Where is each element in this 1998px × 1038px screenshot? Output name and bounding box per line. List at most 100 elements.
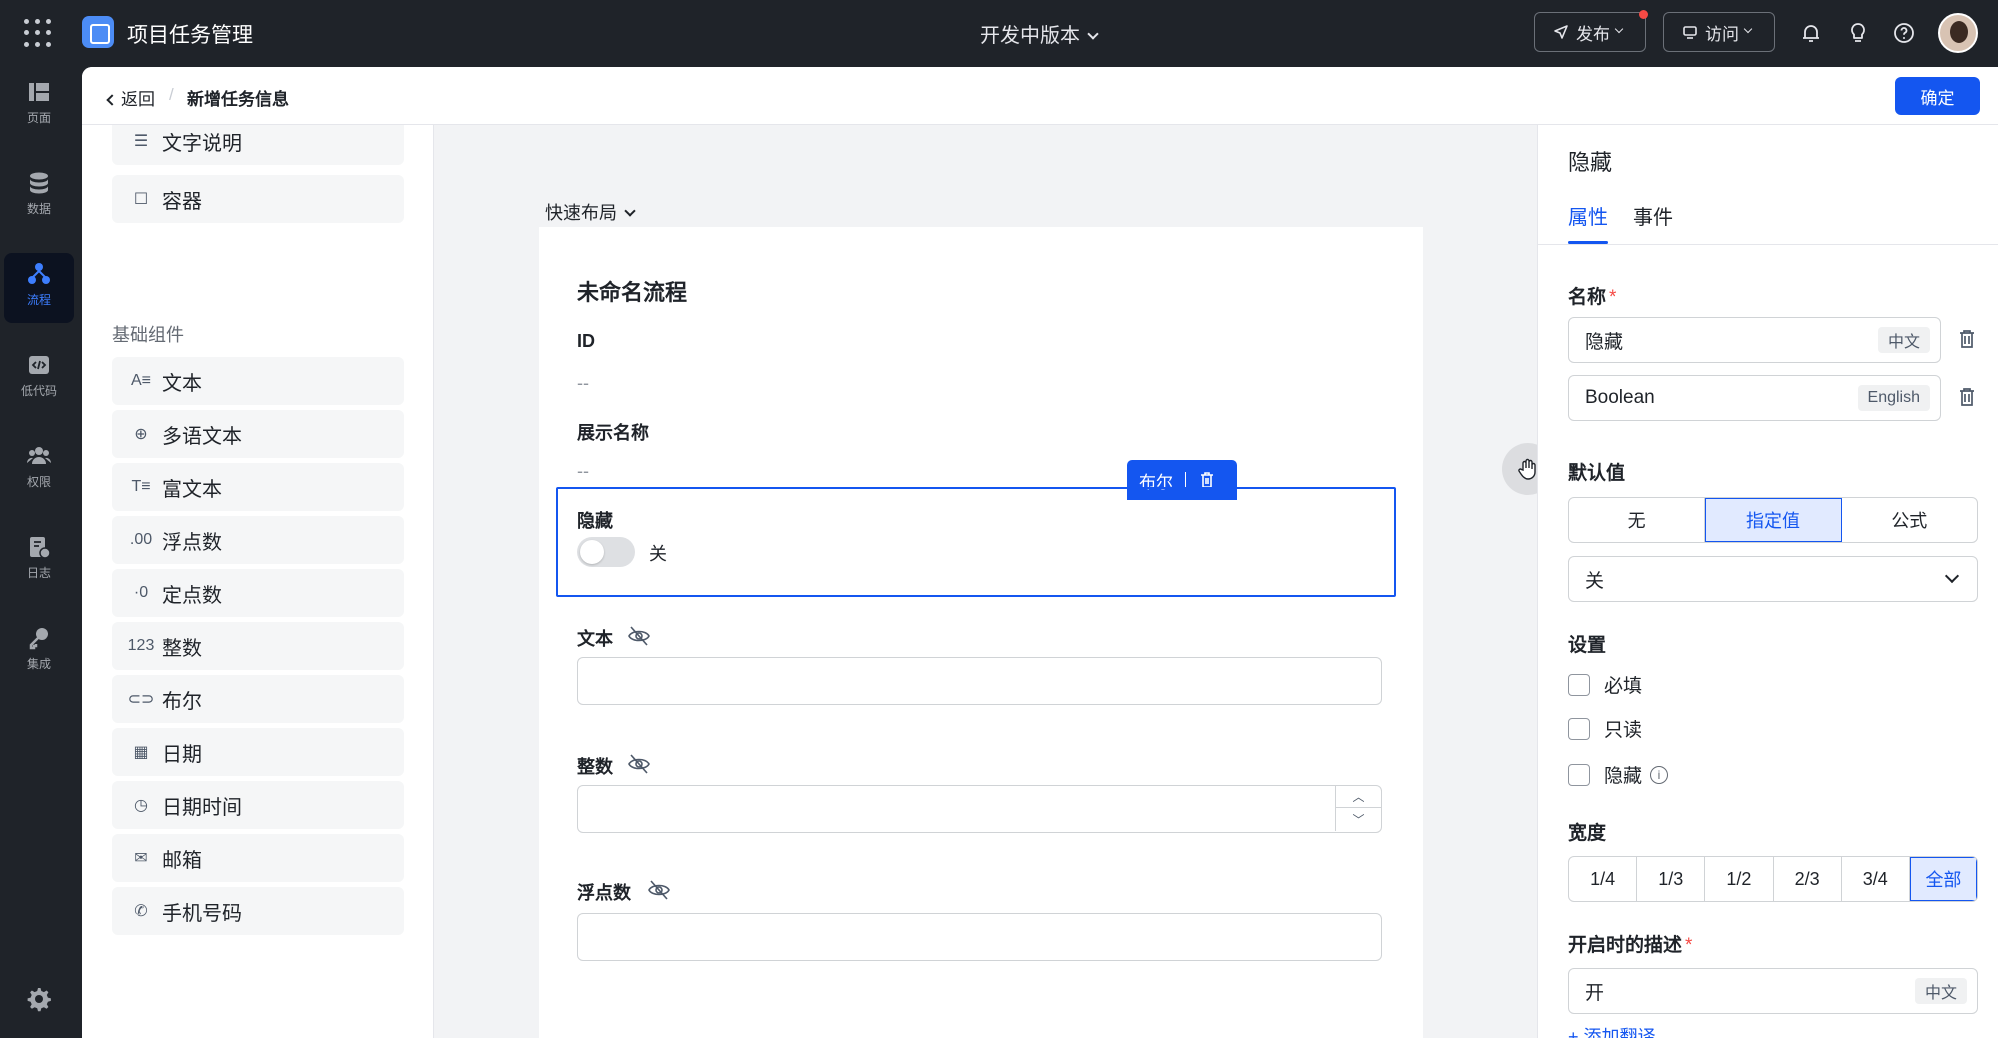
nav-item-data[interactable]: 数据 xyxy=(4,162,74,232)
nav-item-lowcode[interactable]: 低代码 xyxy=(4,344,74,414)
user-avatar[interactable] xyxy=(1938,13,1978,53)
width-option[interactable]: 1/2 xyxy=(1705,857,1774,901)
integer-input[interactable]: ︿ ﹀ xyxy=(577,785,1382,833)
quick-layout-label: 快速布局 xyxy=(545,203,617,223)
container-icon: ☐ xyxy=(133,191,149,208)
visit-label: 访问 xyxy=(1705,24,1739,44)
text-input[interactable] xyxy=(577,657,1382,705)
name-zh-input[interactable]: 隐藏 中文 xyxy=(1568,317,1941,363)
gear-icon[interactable] xyxy=(24,985,52,1013)
width-option[interactable]: 1/4 xyxy=(1569,857,1638,901)
add-translation-link[interactable]: + 添加翻译 xyxy=(1568,1023,1656,1038)
checkbox-label: 必填 xyxy=(1604,676,1643,697)
tab-events[interactable]: 事件 xyxy=(1633,201,1673,230)
component-container[interactable]: ☐ 容器 xyxy=(112,175,404,223)
form-canvas: 快速布局 未命名流程 ID -- 展示名称 -- 布尔 隐藏 关 文本 整数 ︿… xyxy=(434,125,1537,1038)
chevron-up-icon[interactable]: ︿ xyxy=(1336,786,1381,808)
default-value-select[interactable]: 关 xyxy=(1568,556,1978,602)
globe-icon: ⊕ xyxy=(134,426,148,443)
info-icon[interactable]: i xyxy=(1650,765,1669,784)
default-value-option[interactable]: 指定值 xyxy=(1705,498,1842,542)
nav-item-logs[interactable]: 日志 xyxy=(4,526,74,596)
width-option[interactable]: 3/4 xyxy=(1842,857,1910,901)
chevron-down-icon xyxy=(624,205,636,217)
confirm-button[interactable]: 确定 xyxy=(1895,77,1980,115)
checkbox-readonly[interactable]: 只读 xyxy=(1568,715,1642,742)
drag-hand-icon[interactable] xyxy=(1502,443,1537,495)
width-option[interactable]: 全部 xyxy=(1909,857,1977,901)
on-description-input[interactable]: 开 中文 xyxy=(1568,968,1978,1014)
chevron-down-icon[interactable]: ﹀ xyxy=(1336,808,1381,830)
visit-button[interactable]: 访问 xyxy=(1663,12,1775,52)
nav-item-integration[interactable]: 集成 xyxy=(4,617,74,687)
chevron-down-icon xyxy=(1614,24,1624,34)
component-text-description[interactable]: ☰ 文字说明 xyxy=(112,125,404,165)
version-selector[interactable]: 开发中版本 xyxy=(980,19,1099,48)
form-card: 未命名流程 ID -- 展示名称 -- 布尔 隐藏 关 文本 整数 ︿ ﹀ 浮点… xyxy=(539,227,1423,1038)
checkbox[interactable] xyxy=(1568,717,1590,740)
field-label-integer: 整数 xyxy=(577,757,613,777)
publish-button[interactable]: 发布 xyxy=(1534,10,1648,52)
main-area: 返回 / 新增任务信息 确定 ☰ 文字说明 ☐ 容器 基础组件 A≡ 文本 ⊕ 多语文本… xyxy=(82,67,1998,1038)
divider xyxy=(1185,472,1186,488)
default-value-segment: 无指定值 公式 xyxy=(1568,497,1978,543)
lang-badge-zh: 中文 xyxy=(1877,327,1930,353)
width-option[interactable]: 1/3 xyxy=(1637,857,1706,901)
float-input[interactable] xyxy=(577,913,1382,961)
version-label: 开发中版本 xyxy=(980,25,1080,47)
nav-item-permissions[interactable]: 权限 xyxy=(4,435,74,505)
checkbox[interactable] xyxy=(1568,673,1590,696)
nav-item-pages[interactable]: 页面 xyxy=(4,71,74,141)
default-value-label: 默认值 xyxy=(1568,463,1626,484)
checkbox-label: 只读 xyxy=(1604,720,1643,741)
app-grid-icon[interactable] xyxy=(24,19,52,47)
checkbox[interactable] xyxy=(1568,763,1590,786)
integer-stepper[interactable]: ︿ ﹀ xyxy=(1335,786,1381,831)
eye-off-icon[interactable] xyxy=(627,625,651,647)
back-button[interactable]: 返回 xyxy=(106,85,155,110)
key-icon xyxy=(29,628,48,650)
bell-icon[interactable] xyxy=(1798,20,1824,46)
pages-icon xyxy=(29,83,49,101)
trash-icon[interactable] xyxy=(1956,328,1978,350)
component-boolean[interactable]: ⊂⊃ 布尔 xyxy=(112,675,404,723)
checkbox-label: 隐藏 xyxy=(1604,766,1643,787)
default-value-option[interactable]: 无 xyxy=(1569,498,1706,542)
checkbox-hidden[interactable]: 隐藏 i xyxy=(1568,761,1669,788)
text-lines-icon: ☰ xyxy=(133,133,149,150)
component-date[interactable]: ▦ 日期 xyxy=(112,728,404,776)
nav-item-flow[interactable]: 流程 xyxy=(4,253,74,323)
component-fixed-point[interactable]: ·0 定点数 xyxy=(112,569,404,617)
lightbulb-icon[interactable] xyxy=(1845,20,1871,46)
component-phone[interactable]: ✆ 手机号码 xyxy=(112,887,404,935)
component-datetime[interactable]: ◷ 日期时间 xyxy=(112,781,404,829)
lang-badge-en: English xyxy=(1857,385,1930,411)
eye-off-icon[interactable] xyxy=(647,879,671,901)
checkbox-required[interactable]: 必填 xyxy=(1568,671,1642,698)
component-label: 邮箱 xyxy=(162,849,202,872)
component-integer[interactable]: 123 整数 xyxy=(112,622,404,670)
component-email[interactable]: ✉ 邮箱 xyxy=(112,834,404,882)
eye-off-icon[interactable] xyxy=(627,753,651,775)
hidden-toggle[interactable] xyxy=(577,537,635,567)
required-mark: * xyxy=(1609,287,1617,308)
help-icon[interactable] xyxy=(1891,20,1917,46)
width-option[interactable]: 2/3 xyxy=(1774,857,1842,901)
left-nav: 页面 数据 流程 低代码 权限 日志 集成 xyxy=(0,67,82,1038)
selected-field-hidden[interactable] xyxy=(556,487,1396,597)
component-label: 富文本 xyxy=(162,478,222,501)
trash-icon[interactable] xyxy=(1956,386,1978,408)
sub-header: 返回 / 新增任务信息 确定 xyxy=(82,67,1998,125)
component-float[interactable]: .00 浮点数 xyxy=(112,516,404,564)
tab-properties[interactable]: 属性 xyxy=(1568,201,1608,230)
component-multilang-text[interactable]: ⊕ 多语文本 xyxy=(112,410,404,458)
quick-layout-button[interactable]: 快速布局 xyxy=(545,199,636,225)
component-rich-text[interactable]: T≡ 富文本 xyxy=(112,463,404,511)
component-label: 整数 xyxy=(162,637,202,660)
divider xyxy=(1538,244,1998,245)
field-value-id: -- xyxy=(577,373,589,393)
component-text[interactable]: A≡ 文本 xyxy=(112,357,404,405)
component-label: 日期时间 xyxy=(162,796,242,819)
name-en-input[interactable]: Boolean English xyxy=(1568,375,1941,421)
default-value-option[interactable]: 公式 xyxy=(1842,498,1977,542)
